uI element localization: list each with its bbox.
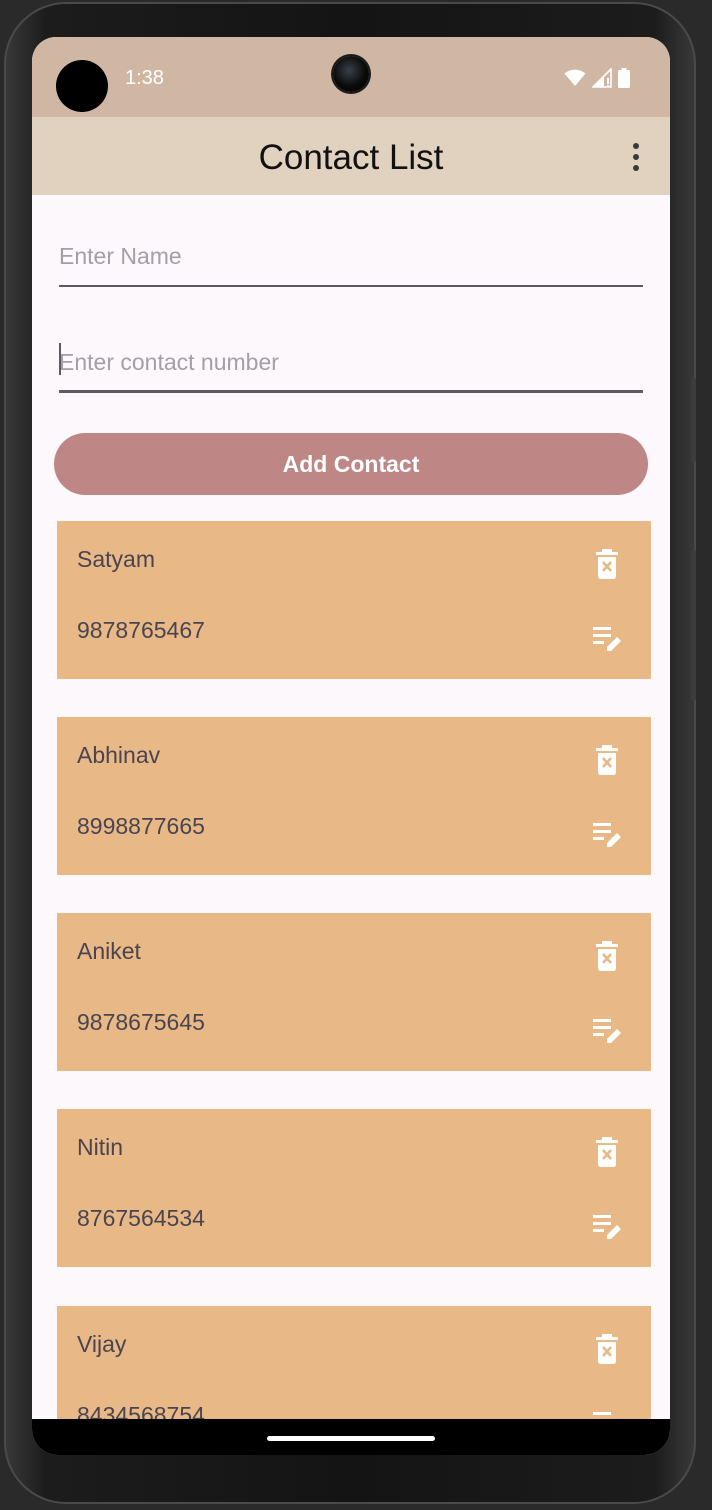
wifi-icon: [564, 69, 586, 86]
status-bar: 1:38: [32, 37, 670, 117]
contact-number-input[interactable]: [59, 331, 643, 393]
page-title: Contact List: [258, 138, 444, 177]
delete-icon[interactable]: [593, 549, 621, 579]
edit-note-icon[interactable]: [593, 1211, 621, 1241]
name-field-underline: [59, 285, 643, 287]
edit-note-icon[interactable]: [593, 623, 621, 653]
volume-button: [691, 550, 696, 700]
more-vert-icon: [633, 143, 639, 149]
contact-card: Nitin 8767564534: [57, 1109, 651, 1267]
edit-note-icon[interactable]: [593, 1015, 621, 1045]
name-field: [59, 225, 643, 287]
text-cursor: [59, 343, 61, 375]
contact-number-field: [59, 331, 643, 393]
delete-icon[interactable]: [593, 745, 621, 775]
contact-name: Vijay: [77, 1331, 127, 1357]
camera-cutout: [56, 60, 108, 112]
edit-note-icon[interactable]: [593, 819, 621, 849]
contact-phone: 9878675645: [77, 1009, 205, 1035]
battery-icon: [618, 68, 630, 88]
contact-name: Aniket: [77, 938, 141, 964]
app-bar: Contact List: [32, 117, 670, 195]
status-icons: [564, 67, 630, 89]
contact-name: Nitin: [77, 1134, 124, 1160]
home-gesture-handle[interactable]: [267, 1436, 435, 1441]
front-camera-icon: [333, 56, 369, 92]
contact-name: Abhinav: [77, 742, 161, 768]
contact-phone: 9878765467: [77, 617, 205, 643]
contact-card: Aniket 9878675645: [57, 913, 651, 1071]
contact-card: Abhinav 8998877665: [57, 717, 651, 875]
screen: 1:38 Contact List Enter Name Enter conta…: [32, 37, 670, 1455]
navigation-bar: [32, 1419, 670, 1455]
contact-card: Satyam 9878765467: [57, 521, 651, 679]
delete-icon[interactable]: [593, 1334, 621, 1364]
more-options-button[interactable]: [622, 141, 650, 173]
power-button: [691, 378, 696, 462]
name-input[interactable]: [59, 225, 643, 287]
delete-icon[interactable]: [593, 941, 621, 971]
contact-name: Satyam: [77, 546, 155, 572]
contact-phone: 8767564534: [77, 1205, 205, 1231]
delete-icon[interactable]: [593, 1137, 621, 1167]
add-contact-button[interactable]: Add Contact: [54, 433, 648, 495]
contact-phone: 8998877665: [77, 813, 205, 839]
contact-number-field-underline: [59, 390, 643, 393]
signal-icon: [592, 68, 612, 88]
status-time: 1:38: [125, 67, 164, 89]
